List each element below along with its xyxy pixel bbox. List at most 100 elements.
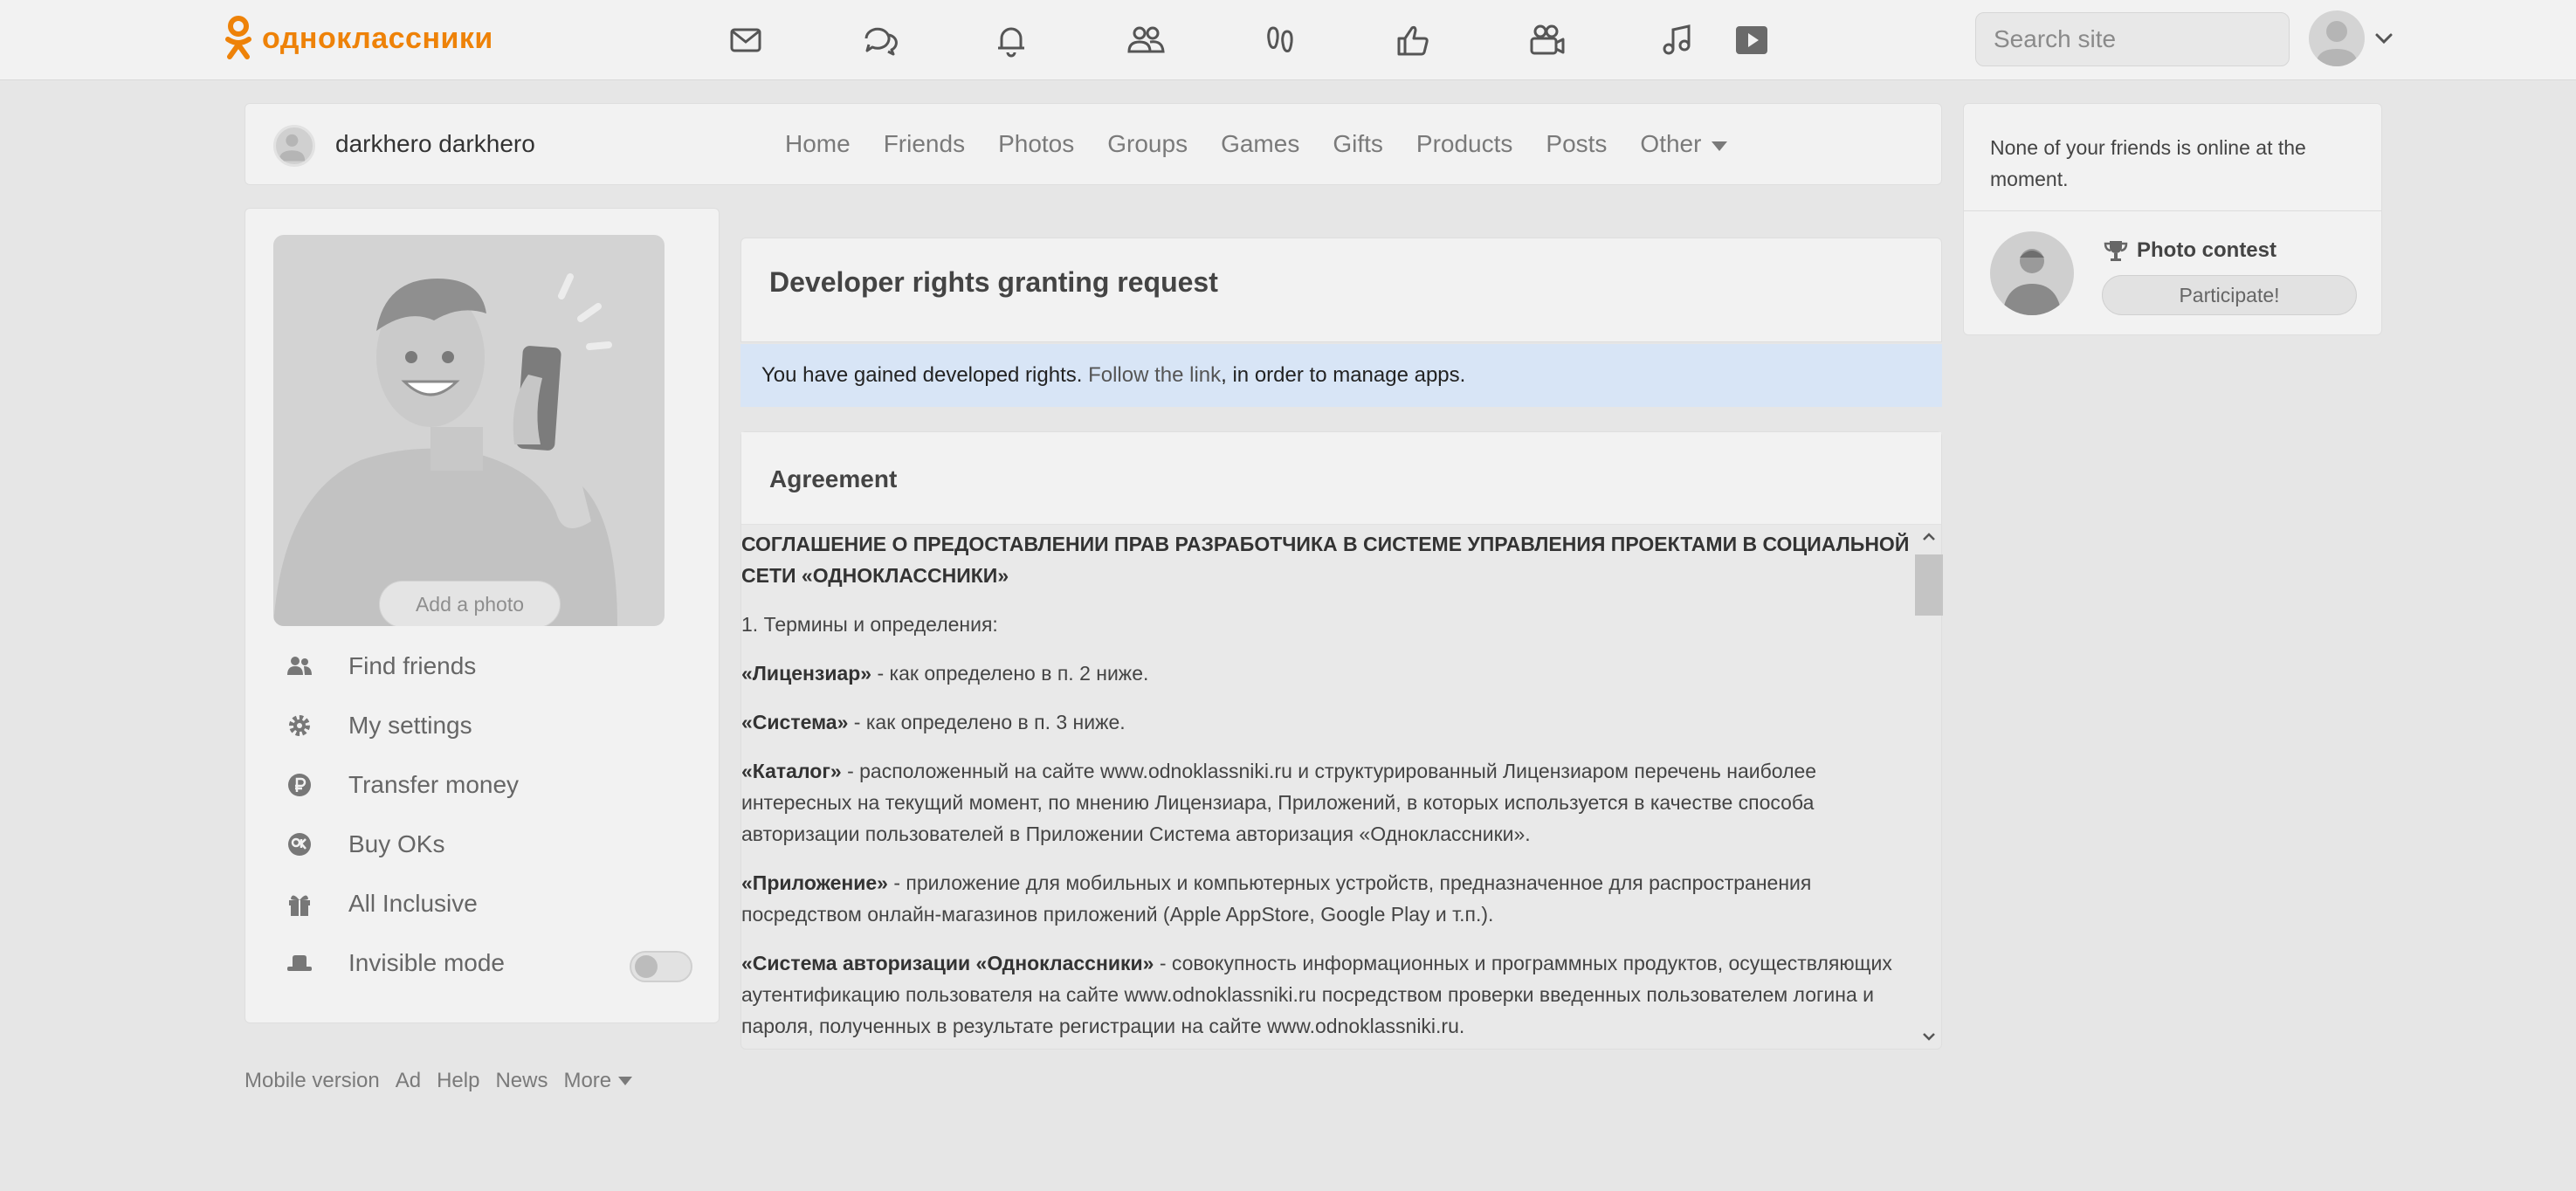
bell-icon[interactable] <box>988 17 1034 63</box>
footer-more[interactable]: More <box>563 1069 633 1093</box>
friends-online-status: None of your friends is online at the mo… <box>1990 136 2306 190</box>
chat-bubbles-icon[interactable] <box>858 17 903 63</box>
footer-help[interactable]: Help <box>437 1069 479 1093</box>
menu-label: Buy OKs <box>348 830 445 857</box>
page-title: Developer rights granting request <box>769 266 1218 298</box>
camera-icon[interactable] <box>1525 17 1570 63</box>
ok-logo-icon <box>225 16 251 59</box>
caret-down-icon <box>618 1077 633 1085</box>
definition-item: «Лицензиар» - как определено в п. 2 ниже… <box>741 657 1913 689</box>
nav-home[interactable]: Home <box>785 130 851 158</box>
nav-gifts[interactable]: Gifts <box>1333 130 1383 158</box>
left-panel: Add a photo Find friends My settings Tra… <box>245 208 720 1023</box>
menu-my-settings[interactable]: My settings <box>273 696 692 755</box>
invisible-mode-toggle[interactable] <box>630 951 692 982</box>
add-photo-button[interactable]: Add a photo <box>379 581 561 626</box>
menu-label: All Inclusive <box>348 890 478 917</box>
footer-mobile-version[interactable]: Mobile version <box>245 1069 380 1093</box>
people-icon[interactable] <box>1123 17 1168 63</box>
definition-term: «Каталог» <box>741 760 842 782</box>
contest-avatar[interactable] <box>1990 231 2074 315</box>
menu-invisible-mode[interactable]: Invisible mode <box>273 933 692 993</box>
definition-item: «Каталог» - расположенный на сайте www.o… <box>741 755 1913 850</box>
chevron-down-icon <box>1923 1033 1935 1041</box>
follow-link[interactable]: Follow the link <box>1088 363 1221 388</box>
nav-friends[interactable]: Friends <box>884 130 965 158</box>
avatar-placeholder-illustration <box>273 273 617 626</box>
definition-term: «Лицензиар» <box>741 662 872 685</box>
contest-title-label: Photo contest <box>2137 238 2276 262</box>
footprints-icon[interactable] <box>1257 17 1303 63</box>
menu-label: Transfer money <box>348 771 520 798</box>
envelope-icon[interactable] <box>723 17 768 63</box>
nav-other-label: Other <box>1640 130 1702 157</box>
menu-label: Find friends <box>348 652 477 679</box>
agreement-card: Agreement СОГЛАШЕНИЕ О ПРЕДОСТАВЛЕНИИ ПР… <box>740 431 1943 1050</box>
profile-photo[interactable]: Add a photo <box>273 235 665 626</box>
agreement-header: Agreement <box>741 432 1941 525</box>
gift-icon <box>289 895 310 916</box>
right-panel: None of your friends is online at the mo… <box>1963 103 2382 335</box>
avatar[interactable] <box>273 125 315 167</box>
ruble-coin-icon <box>288 774 311 796</box>
notice-text-before: You have gained developed rights. <box>761 363 1083 387</box>
chevron-down-icon[interactable] <box>2372 26 2396 51</box>
search-input[interactable] <box>1994 25 2309 53</box>
video-play-icon[interactable] <box>1729 17 1774 63</box>
username[interactable]: darkhero darkhero <box>335 130 535 158</box>
definition-text: - приложение для мобильных и компьютерны… <box>741 871 1812 926</box>
nav-posts[interactable]: Posts <box>1546 130 1607 158</box>
nav-other[interactable]: Other <box>1640 130 1728 158</box>
menu-buy-oks[interactable]: Buy OKs <box>273 815 692 874</box>
definition-item: «Система» - как определено в п. 3 ниже. <box>741 706 1913 738</box>
nav-games[interactable]: Games <box>1221 130 1299 158</box>
music-note-icon[interactable] <box>1656 17 1701 63</box>
footer-more-label: More <box>563 1069 612 1092</box>
search-box[interactable] <box>1975 12 2309 66</box>
agreement-heading: Agreement <box>769 465 898 492</box>
agreement-text[interactable]: СОГЛАШЕНИЕ О ПРЕДОСТАВЛЕНИИ ПРАВ РАЗРАБО… <box>741 525 1913 1049</box>
trophy-icon <box>2104 241 2128 261</box>
nav-products[interactable]: Products <box>1416 130 1513 158</box>
menu-transfer-money[interactable]: Transfer money <box>273 755 692 815</box>
divider <box>1964 210 2381 211</box>
scroll-up-button[interactable] <box>1915 525 1943 549</box>
menu-label: Invisible mode <box>348 949 505 976</box>
agreement-scrollbar[interactable] <box>1915 525 1943 1049</box>
menu-find-friends[interactable]: Find friends <box>273 637 692 696</box>
people-icon <box>287 657 312 675</box>
nav-groups[interactable]: Groups <box>1107 130 1188 158</box>
top-bar: одноклассники <box>0 0 2576 80</box>
notice-text-after: , in order to manage apps. <box>1221 363 1466 387</box>
ok-logo[interactable]: одноклассники <box>224 14 493 63</box>
brand-name: одноклассники <box>262 21 493 55</box>
footer-ad[interactable]: Ad <box>396 1069 421 1093</box>
footer-news[interactable]: News <box>495 1069 548 1093</box>
nav-photos[interactable]: Photos <box>998 130 1074 158</box>
chevron-up-icon <box>1923 533 1935 540</box>
definition-text: - расположенный на сайте www.odnoklassni… <box>741 760 1817 845</box>
scroll-thumb[interactable] <box>1915 554 1943 616</box>
participate-button[interactable]: Participate! <box>2102 275 2357 315</box>
definition-term: «Система авторизации «Одноклассники» <box>741 952 1154 974</box>
menu-all-inclusive[interactable]: All Inclusive <box>273 874 692 933</box>
menu-label: My settings <box>348 712 472 739</box>
agreement-doc-title: СОГЛАШЕНИЕ О ПРЕДОСТАВЛЕНИИ ПРАВ РАЗРАБО… <box>741 533 1910 587</box>
definition-text: - как определено в п. 3 ниже. <box>848 711 1126 733</box>
photo-contest-title[interactable]: Photo contest <box>2102 237 2276 265</box>
success-notice: You have gained developed rights. Follow… <box>740 344 1942 407</box>
main-nav: Home Friends Photos Groups Games Gifts P… <box>785 130 1760 158</box>
definition-item: «Система авторизации «Одноклассники» - с… <box>741 947 1913 1042</box>
definition-item: «Приложение» - приложение для мобильных … <box>741 867 1913 930</box>
left-menu: Find friends My settings Transfer money … <box>273 637 692 993</box>
caret-down-icon <box>1712 141 1728 151</box>
gear-icon <box>289 715 310 736</box>
toggle-knob <box>635 955 658 978</box>
thumbs-up-icon[interactable] <box>1390 17 1436 63</box>
definition-text: - как определено в п. 2 ниже. <box>871 662 1149 685</box>
definition-term: «Приложение» <box>741 871 888 894</box>
footer: Mobile version Ad Help News More <box>245 1069 648 1093</box>
user-avatar[interactable] <box>2309 10 2365 66</box>
scroll-down-button[interactable] <box>1915 1024 1943 1049</box>
hat-icon <box>287 955 312 971</box>
